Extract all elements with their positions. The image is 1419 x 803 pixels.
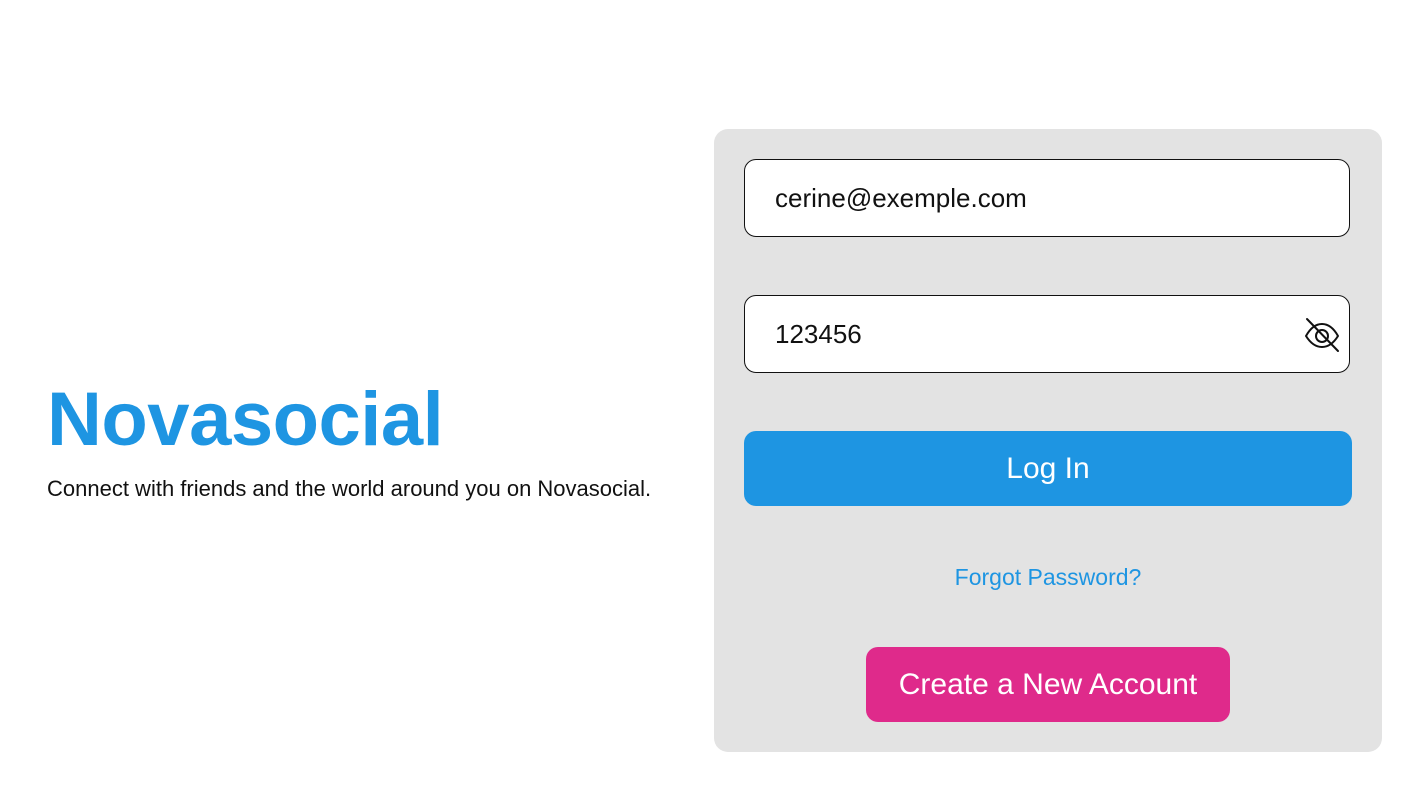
email-input[interactable]	[745, 160, 1349, 236]
brand-tagline: Connect with friends and the world aroun…	[47, 476, 652, 501]
brand-section: Novasocial Connect with friends and the …	[47, 372, 707, 504]
password-field-container	[744, 295, 1350, 373]
forgot-password-link[interactable]: Forgot Password?	[714, 561, 1382, 593]
email-field-container	[744, 159, 1350, 237]
login-button[interactable]: Log In	[744, 431, 1352, 506]
password-input[interactable]	[745, 296, 1349, 372]
eye-off-icon[interactable]	[1303, 316, 1341, 354]
brand-logo-text: Novasocial	[47, 377, 444, 462]
create-account-button[interactable]: Create a New Account	[866, 647, 1230, 722]
login-card: Log In Forgot Password? Create a New Acc…	[714, 129, 1382, 752]
